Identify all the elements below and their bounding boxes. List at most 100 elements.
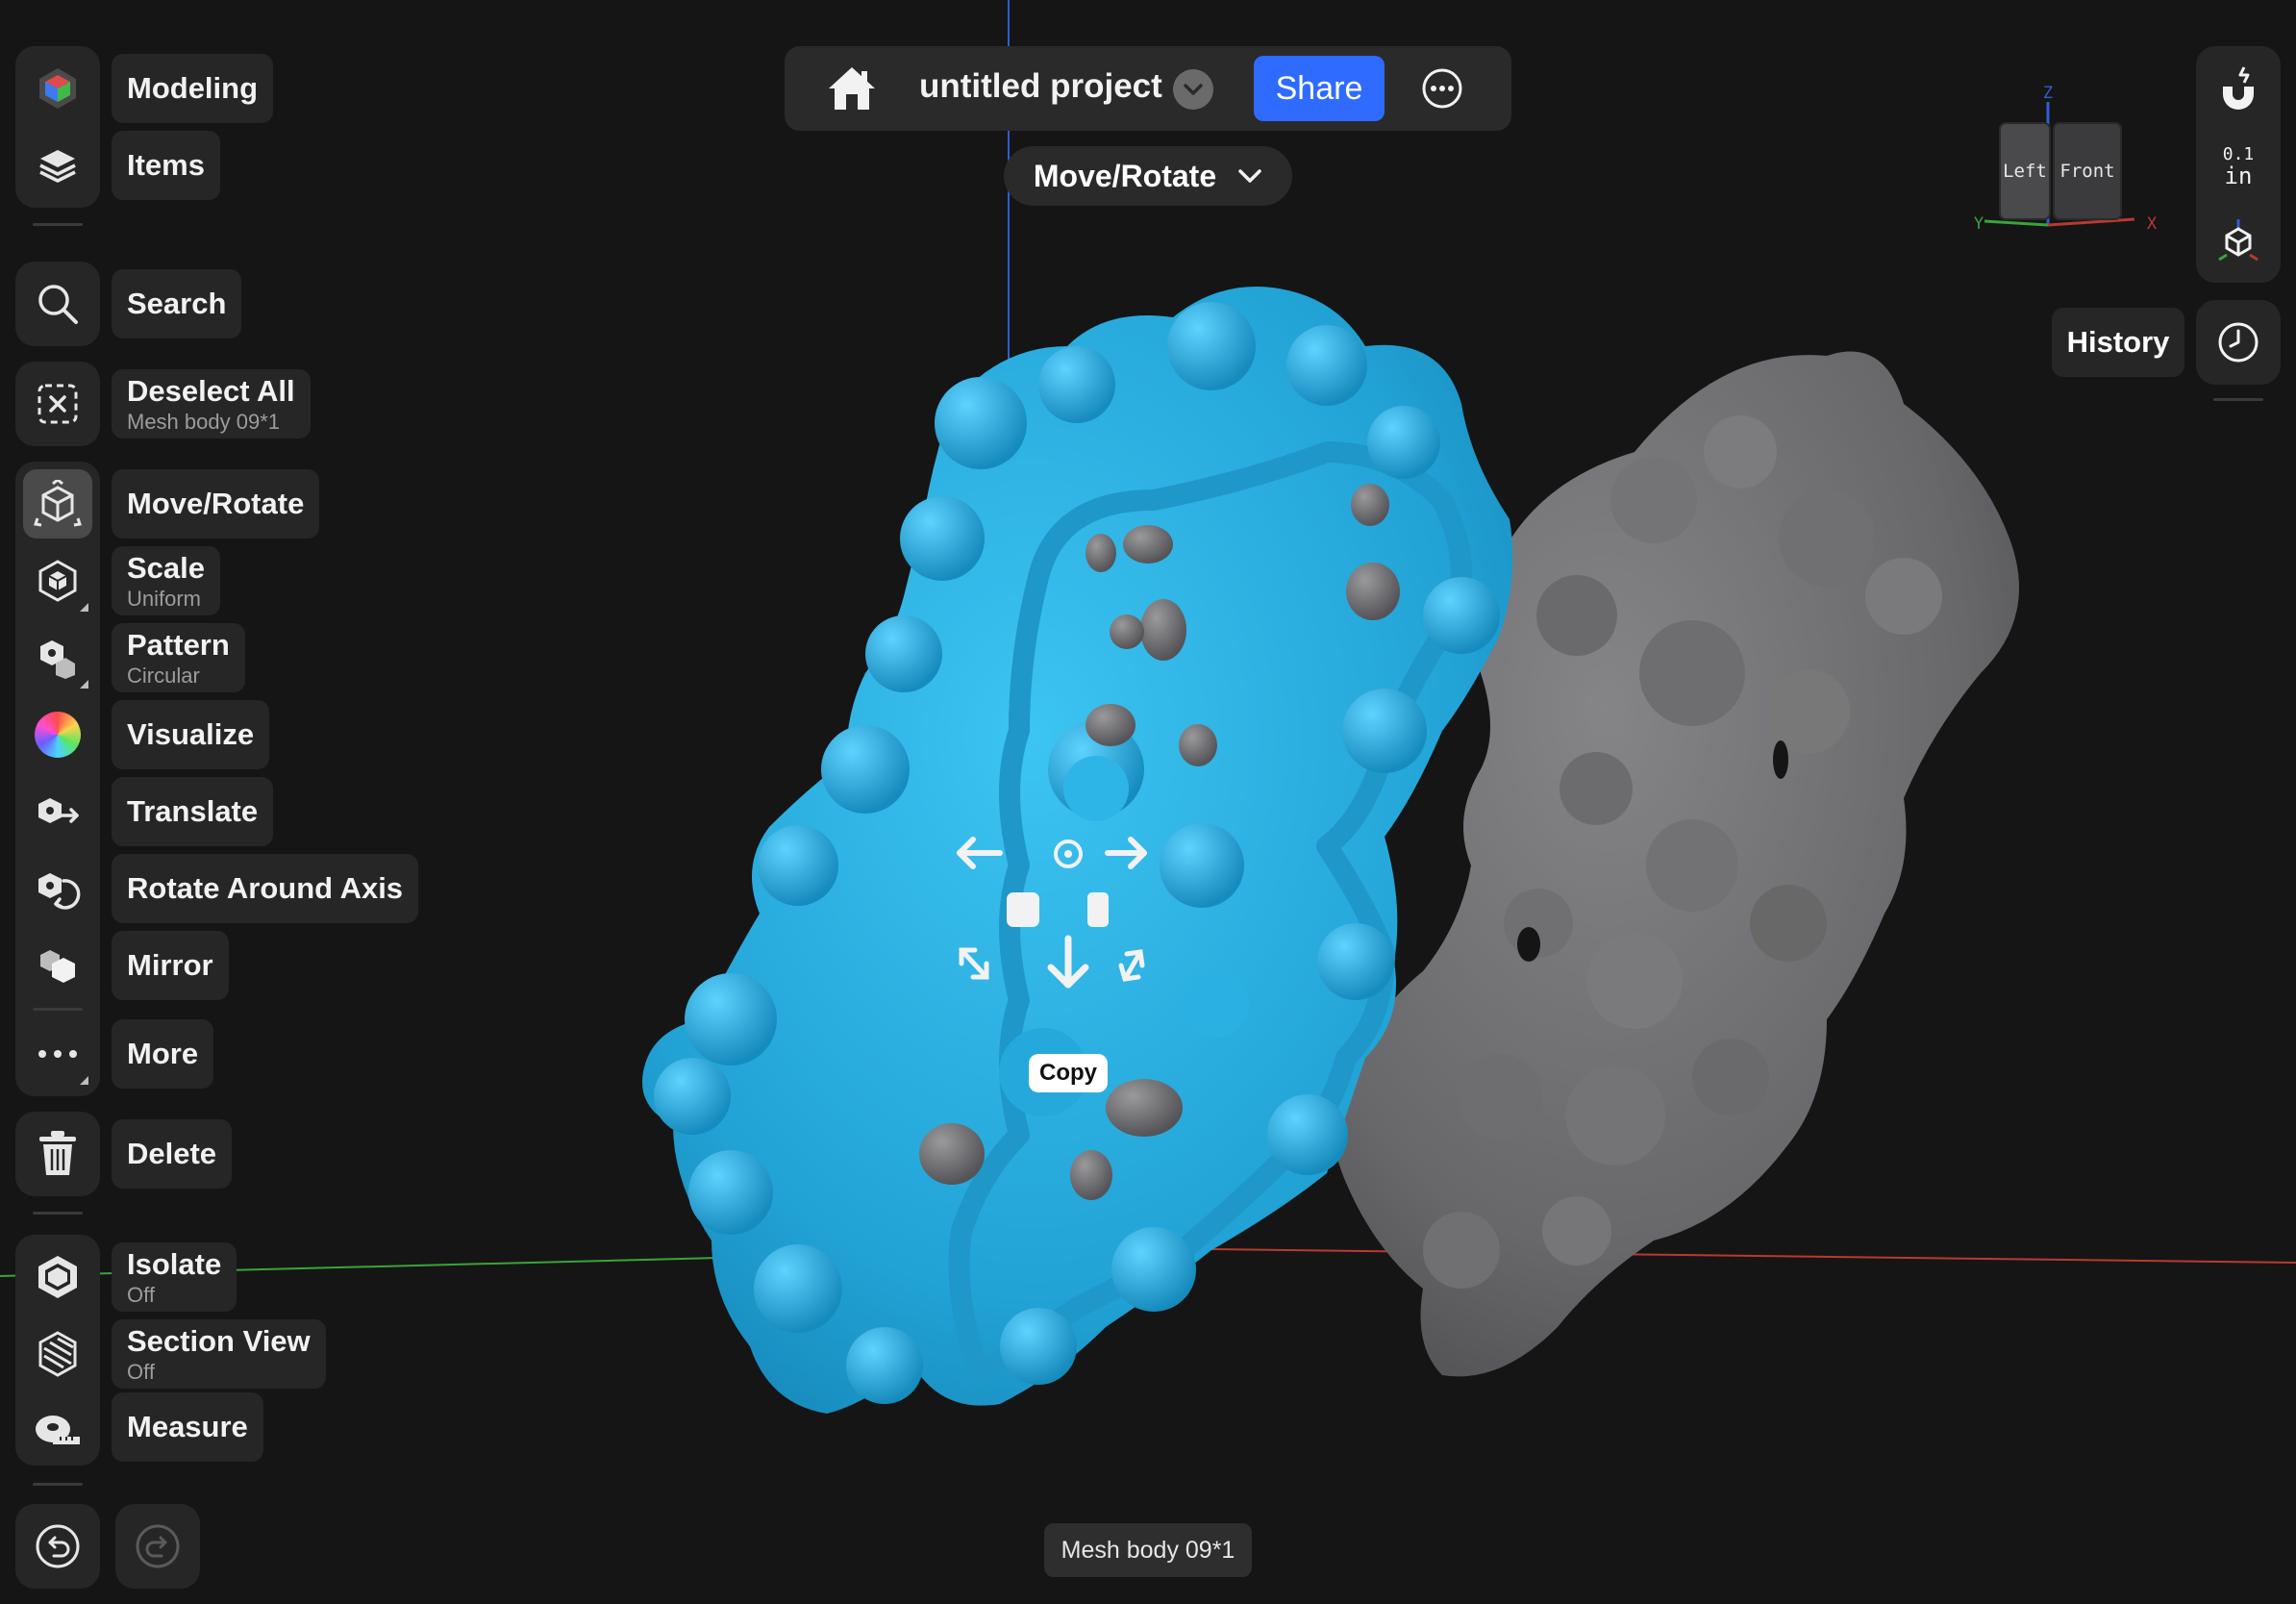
more-dots-icon: [38, 1050, 77, 1058]
sidebar-label-move-rotate[interactable]: Move/Rotate: [112, 469, 320, 539]
sidebar-label-section-view[interactable]: Section View Off: [112, 1319, 326, 1389]
view-cube-front-label: Front: [2059, 161, 2114, 182]
sidebar-item-label: Section View: [127, 1323, 311, 1358]
sidebar-item-label: Visualize: [127, 717, 255, 751]
sidebar-btn-pattern[interactable]: [15, 619, 100, 696]
sidebar-btn-rotate-around-axis[interactable]: [15, 850, 100, 927]
sidebar-btn-deselect-all[interactable]: [15, 365, 100, 442]
redo-button[interactable]: [115, 1504, 200, 1589]
sidebar-label-search[interactable]: Search: [112, 269, 242, 338]
redo-icon: [136, 1524, 180, 1568]
tape-measure-icon: [36, 1416, 80, 1444]
project-menu-button[interactable]: [1173, 69, 1213, 110]
sidebar-btn-section-view[interactable]: [15, 1316, 100, 1392]
sidebar-item-sublabel: Mesh body 09*1: [127, 409, 280, 434]
ellipsis-circle-icon: [1422, 68, 1462, 109]
submenu-indicator-icon: [80, 680, 88, 689]
sidebar-label-delete[interactable]: Delete: [112, 1119, 233, 1189]
mode-selector[interactable]: Move/Rotate: [1004, 146, 1292, 206]
submenu-indicator-icon: [80, 603, 88, 612]
plane-handle-left[interactable]: [1007, 892, 1039, 927]
view-cube-z-label: Z: [2043, 85, 2053, 103]
sidebar-item-label: Rotate Around Axis: [127, 871, 404, 905]
translate-icon: [38, 798, 79, 823]
sidebar-btn-mirror[interactable]: [15, 927, 100, 1004]
isolate-icon: [38, 1256, 77, 1298]
sidebar-btn-search[interactable]: [15, 265, 100, 342]
sidebar-label-translate[interactable]: Translate: [112, 777, 274, 846]
sidebar-item-label: Measure: [127, 1410, 248, 1443]
sidebar-label-deselect-all[interactable]: Deselect All Mesh body 09*1: [112, 369, 311, 439]
undo-icon: [36, 1524, 80, 1568]
sidebar-item-sublabel: Uniform: [127, 586, 202, 611]
search-icon: [38, 285, 78, 324]
magnet-icon: [2223, 66, 2254, 110]
snap-toggle-button[interactable]: [2211, 63, 2265, 117]
share-button[interactable]: Share: [1254, 56, 1385, 121]
sidebar-item-label: Items: [127, 148, 205, 182]
sidebar-label-rotate-around-axis[interactable]: Rotate Around Axis: [112, 854, 419, 923]
sidebar-btn-visualize[interactable]: [15, 696, 100, 773]
sidebar-item-label: Translate: [127, 794, 259, 828]
sidebar-label-modeling[interactable]: Modeling: [112, 54, 274, 123]
more-options-button[interactable]: [1421, 67, 1463, 110]
sidebar-btn-translate[interactable]: [15, 773, 100, 850]
sidebar-btn-scale[interactable]: [15, 542, 100, 619]
snap-increment[interactable]: 0.1 in: [2196, 144, 2281, 189]
sidebar-label-more[interactable]: More: [112, 1019, 214, 1089]
chevron-down-icon: [1184, 84, 1203, 95]
sidebar-item-label: Pattern: [127, 627, 230, 662]
sidebar-btn-more[interactable]: [15, 1015, 100, 1092]
pattern-icon: [40, 640, 75, 679]
sidebar-btn-delete[interactable]: [15, 1115, 100, 1192]
sidebar-label-items[interactable]: Items: [112, 131, 220, 200]
right-separator: [2213, 398, 2263, 401]
project-title[interactable]: untitled project: [919, 67, 1162, 106]
view-cube-y-label: Y: [1974, 214, 1984, 234]
sidebar-separator: [33, 1483, 83, 1486]
sidebar-separator: [33, 1212, 83, 1215]
mode-selector-label: Move/Rotate: [1033, 158, 1217, 193]
sidebar-btn-items[interactable]: [15, 127, 100, 204]
sidebar-item-label: Mirror: [127, 948, 213, 982]
home-button[interactable]: [825, 63, 879, 113]
history-button[interactable]: [2196, 300, 2281, 385]
move-rotate-icon: [34, 480, 82, 527]
undo-button[interactable]: [15, 1504, 100, 1589]
sidebar-item-sublabel: Circular: [127, 663, 200, 688]
sidebar-btn-isolate[interactable]: [15, 1239, 100, 1316]
view-cube[interactable]: Left Front Z Y X: [1965, 85, 2177, 238]
sidebar-label-measure[interactable]: Measure: [112, 1392, 263, 1462]
view-cube-left-label: Left: [2003, 161, 2047, 182]
layers-icon: [39, 150, 76, 183]
sidebar-label-visualize[interactable]: Visualize: [112, 700, 270, 769]
sidebar-label-mirror[interactable]: Mirror: [112, 931, 229, 1000]
view-cube-x-label: X: [2147, 214, 2158, 234]
3d-viewport[interactable]: [0, 0, 2296, 1604]
history-label[interactable]: History: [2052, 308, 2184, 377]
view-options-button[interactable]: [2215, 217, 2261, 263]
sidebar-btn-modeling[interactable]: [15, 50, 100, 127]
sidebar-item-label: Move/Rotate: [127, 487, 305, 520]
sidebar-label-pattern[interactable]: Pattern Circular: [112, 623, 245, 692]
sidebar-item-label: More: [127, 1037, 199, 1070]
chevron-down-icon: [1238, 169, 1261, 183]
sidebar-item-label: Deselect All: [127, 373, 295, 408]
sidebar-item-label: Search: [127, 287, 227, 320]
submenu-indicator-icon: [80, 1076, 88, 1085]
sidebar-label-scale[interactable]: Scale Uniform: [112, 546, 221, 615]
sidebar-btn-move-rotate[interactable]: [15, 465, 100, 542]
sidebar-separator: [33, 1008, 83, 1011]
app-logo-icon: [39, 68, 76, 109]
snap-unit: in: [2224, 163, 2253, 189]
sidebar-btn-measure[interactable]: [15, 1392, 100, 1469]
plane-handle-right[interactable]: [1087, 892, 1109, 927]
deselect-icon: [37, 384, 78, 424]
color-wheel-icon: [35, 712, 81, 758]
selection-status: Mesh body 09*1: [1044, 1523, 1252, 1577]
rotate-axis-icon: [38, 873, 81, 910]
sidebar-label-isolate[interactable]: Isolate Off: [112, 1242, 237, 1312]
sidebar-item-label: Scale: [127, 550, 206, 585]
sidebar-item-label: Isolate: [127, 1246, 222, 1281]
copy-handle[interactable]: Copy: [1029, 1054, 1108, 1092]
